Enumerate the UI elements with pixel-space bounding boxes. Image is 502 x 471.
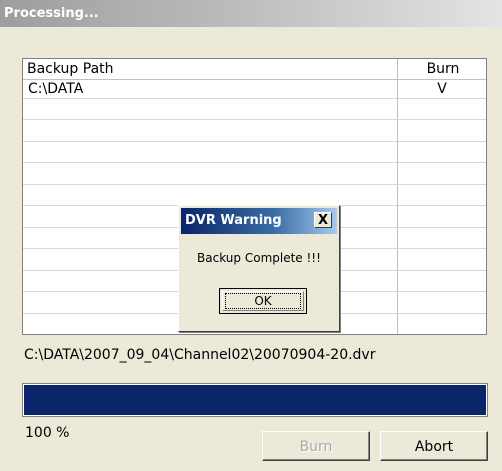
burn-button[interactable]: Burn: [262, 431, 370, 461]
column-divider[interactable]: [397, 59, 398, 334]
cell-burn-flag: V: [437, 81, 447, 97]
row-divider: [23, 119, 486, 120]
progress-percent-label: 100 %: [25, 425, 70, 441]
cell-backup-path: C:\DATA: [28, 81, 84, 97]
window-title: Processing...: [4, 6, 99, 21]
ok-button-label: OK: [225, 293, 301, 309]
close-icon[interactable]: X: [314, 212, 332, 228]
progress-bar: [22, 383, 488, 417]
row-divider: [23, 184, 486, 185]
row-divider: [23, 162, 486, 163]
dialog-message: Backup Complete !!!: [197, 251, 321, 265]
abort-button[interactable]: Abort: [380, 431, 488, 461]
ok-button[interactable]: OK: [219, 288, 307, 314]
dialog-titlebar[interactable]: DVR Warning X: [181, 208, 337, 234]
current-file-path: C:\DATA\2007_09_04\Channel02\20070904-20…: [24, 347, 376, 363]
dialog-title: DVR Warning: [185, 213, 282, 228]
processing-window: Processing... Backup Path Burn C:\DATA V…: [0, 0, 502, 471]
table-header: Backup Path Burn: [23, 59, 486, 80]
column-header-burn[interactable]: Burn: [400, 59, 486, 79]
column-header-backup-path[interactable]: Backup Path: [27, 59, 114, 79]
row-divider: [23, 141, 486, 142]
progress-bar-fill: [24, 385, 486, 415]
dvr-warning-dialog: DVR Warning X Backup Complete !!! OK: [178, 205, 340, 332]
row-divider: [23, 98, 486, 99]
window-titlebar: Processing...: [0, 0, 502, 27]
